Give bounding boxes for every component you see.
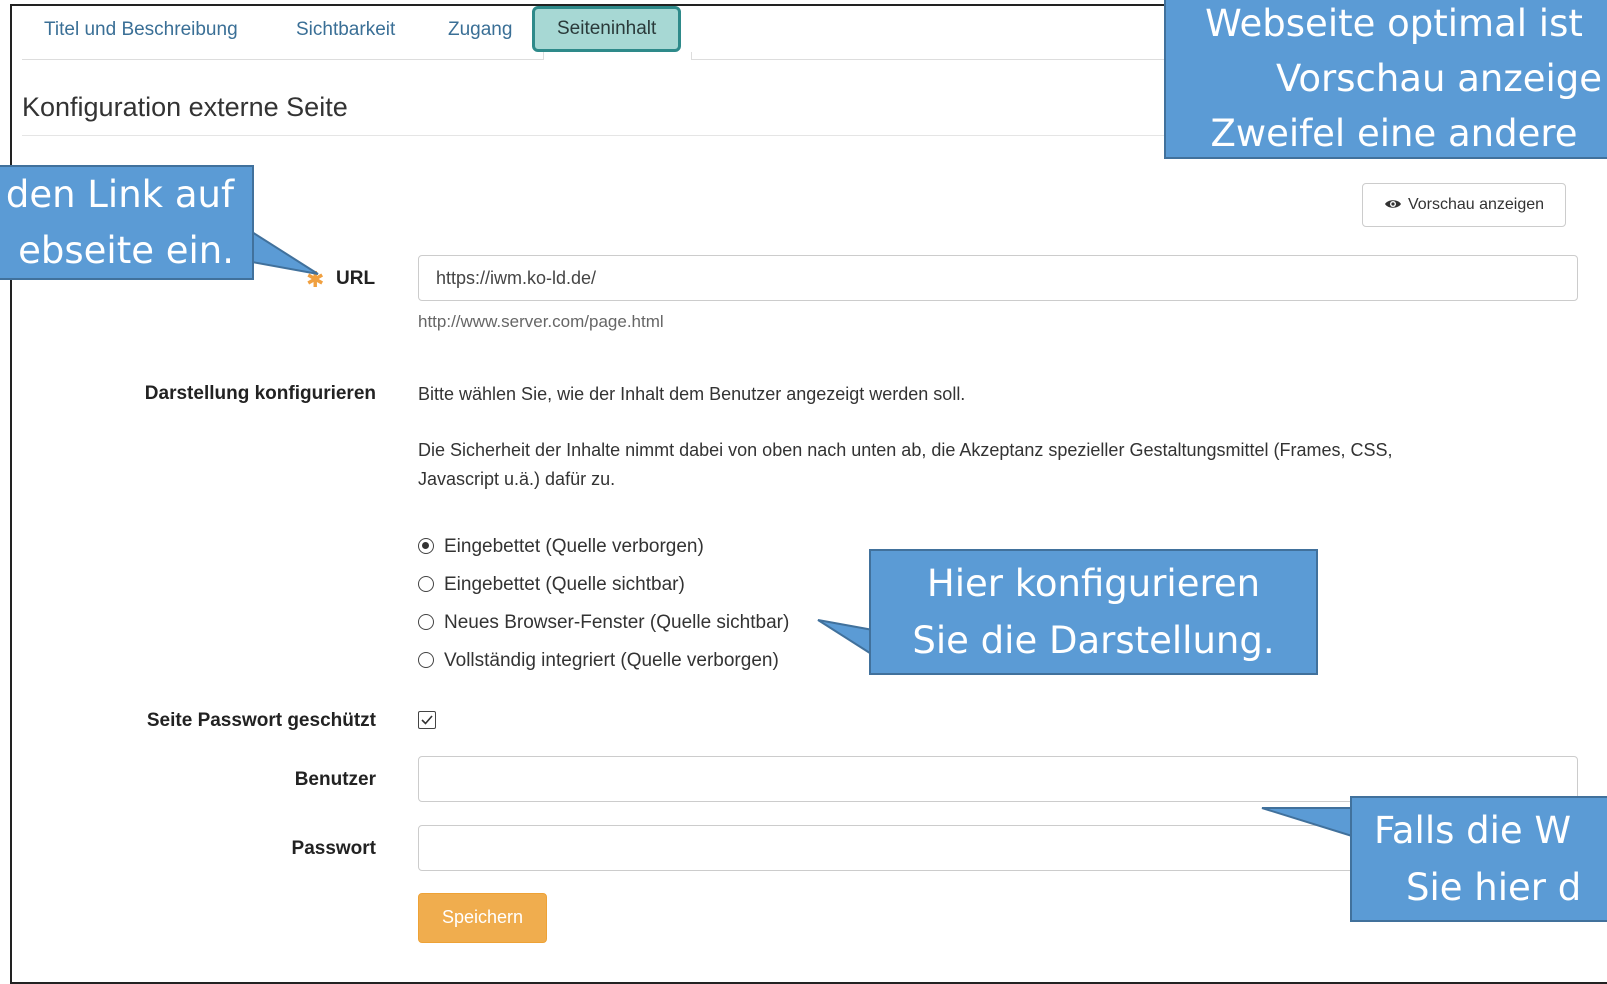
callout-line: Sie hier d: [1406, 866, 1582, 909]
callout-middle-pointer: [817, 619, 874, 657]
callout-line: Webseite optimal ist: [1205, 2, 1583, 45]
callout-bottom-right-pointer: [1261, 807, 1353, 838]
callout-top-right: Webseite optimal ist Vorschau anzeige Zw…: [1164, 0, 1607, 159]
callout-line: Hier konfigurieren: [926, 562, 1261, 605]
callout-line: Vorschau anzeige: [1275, 57, 1603, 100]
callout-line: Sie die Darstellung.: [912, 619, 1275, 662]
callout-line: Falls die W: [1374, 809, 1572, 852]
callout-left: den Link auf ebseite ein.: [0, 165, 254, 280]
callout-line: ebseite ein.: [18, 229, 234, 272]
callout-line: Zweifel eine andere: [1210, 112, 1578, 155]
callout-middle: Hier konfigurieren Sie die Darstellung.: [869, 549, 1318, 675]
callout-left-pointer: [251, 230, 319, 275]
callout-bottom-right: Falls die W Sie hier d: [1350, 796, 1607, 922]
callout-line: den Link auf: [5, 173, 234, 216]
